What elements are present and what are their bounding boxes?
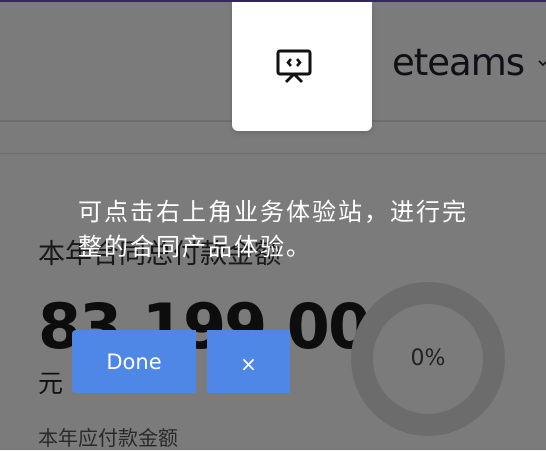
guide-tip-text: 可点击右上角业务体验站，进行完整的合同产品体验。 bbox=[78, 198, 468, 261]
done-button[interactable]: Done bbox=[72, 330, 196, 393]
close-guide-button[interactable]: × bbox=[207, 330, 290, 393]
presentation-board-icon[interactable] bbox=[274, 47, 314, 85]
